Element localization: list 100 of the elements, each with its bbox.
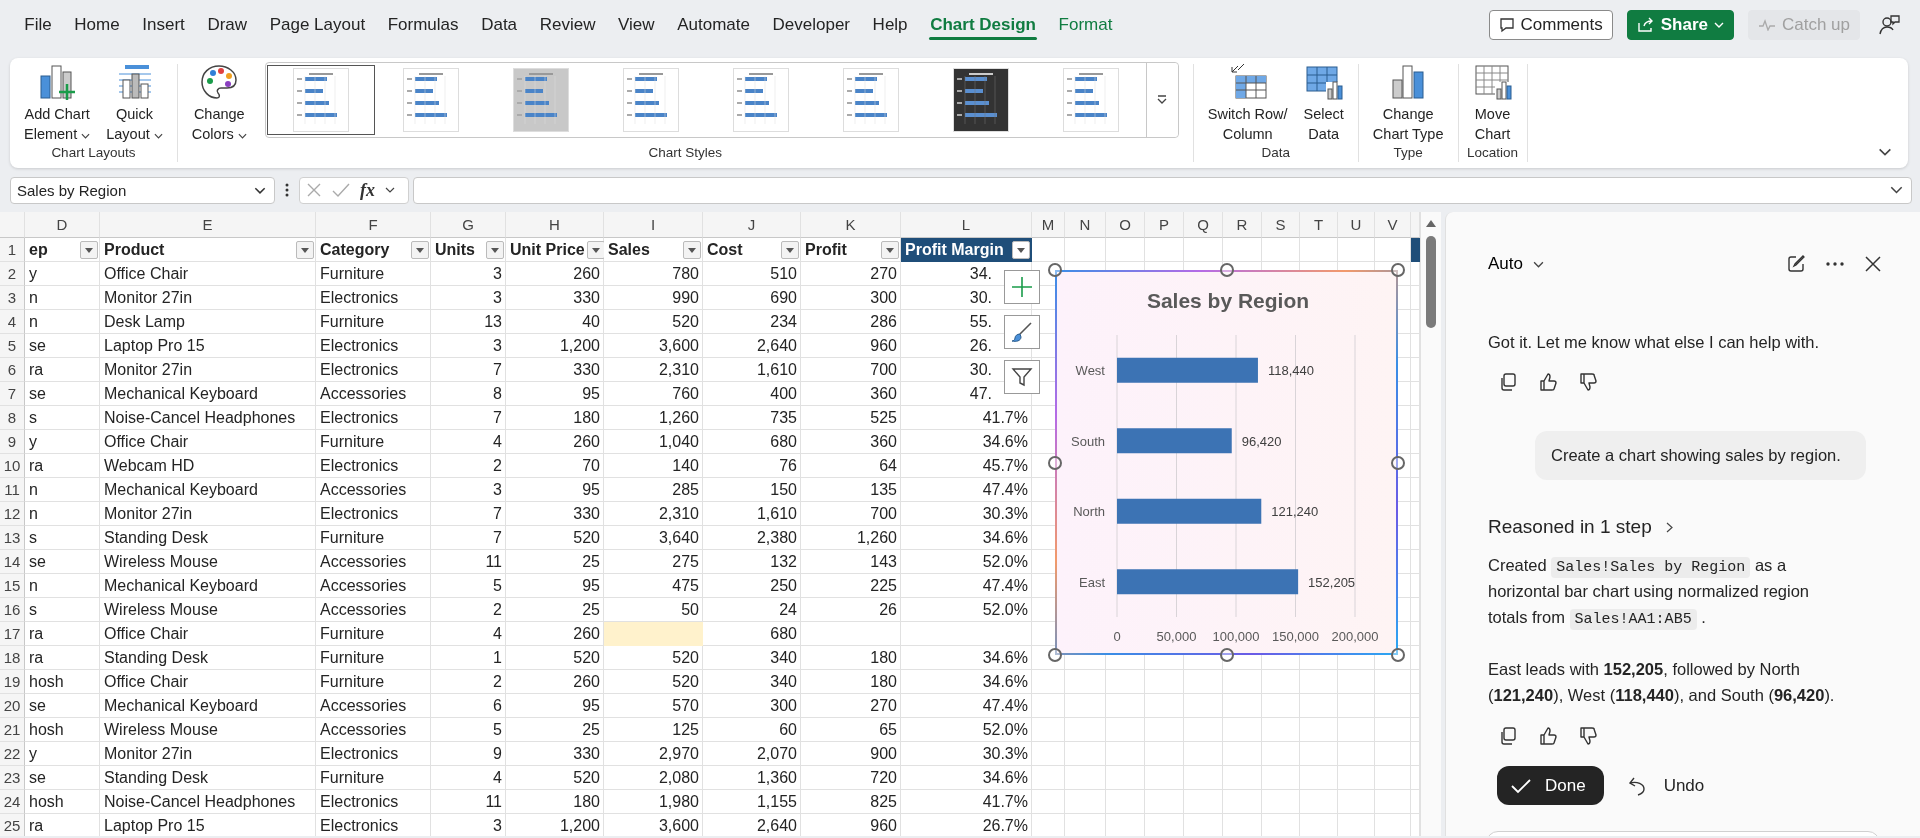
column-header[interactable]: P xyxy=(1145,212,1184,238)
column-header[interactable]: F xyxy=(316,212,431,238)
ribbon-tab[interactable]: Automate xyxy=(665,0,762,50)
filter-button[interactable] xyxy=(881,241,899,259)
mode-dropdown[interactable]: Auto xyxy=(1488,254,1544,274)
resize-handle[interactable] xyxy=(1391,263,1405,277)
resize-handle[interactable] xyxy=(1391,455,1405,470)
person-chat-icon[interactable] xyxy=(1878,14,1900,36)
comments-button[interactable]: Comments xyxy=(1488,10,1613,40)
resize-handle[interactable] xyxy=(1391,648,1405,662)
row-header[interactable]: 17 xyxy=(0,622,25,646)
chart-style-option[interactable] xyxy=(266,65,375,135)
row-header[interactable]: 16 xyxy=(0,598,25,622)
resize-handle[interactable] xyxy=(1048,263,1062,277)
row-header[interactable]: 18 xyxy=(0,646,25,670)
column-header[interactable]: R xyxy=(1223,212,1262,238)
row-header[interactable]: 15 xyxy=(0,574,25,598)
row-header[interactable]: 4 xyxy=(0,310,25,334)
filter-button[interactable] xyxy=(683,241,701,259)
name-box[interactable]: Sales by Region xyxy=(10,176,275,204)
more-icon[interactable] xyxy=(285,183,289,197)
column-header[interactable]: Q xyxy=(1184,212,1223,238)
ribbon-tab[interactable]: Page Layout xyxy=(258,0,377,50)
more-icon[interactable] xyxy=(1826,262,1844,266)
row-header[interactable]: 14 xyxy=(0,550,25,574)
copy-icon[interactable] xyxy=(1498,372,1518,392)
check-icon[interactable] xyxy=(332,182,350,198)
chart-area[interactable]: Sales by Region West 118,440 South 96,420 North 121,240 East 152,205 0 50,000 100,000 150,000 200,000 xyxy=(1055,270,1398,655)
filter-button[interactable] xyxy=(486,241,504,259)
row-header[interactable]: 24 xyxy=(0,790,25,814)
collapse-ribbon-icon[interactable] xyxy=(1878,148,1892,156)
row-header[interactable]: 23 xyxy=(0,766,25,790)
row-header[interactable]: 5 xyxy=(0,334,25,358)
change-colors-button[interactable]: Change Colors xyxy=(183,64,255,144)
ribbon-tab[interactable]: Insert xyxy=(130,0,197,50)
column-header[interactable]: N xyxy=(1065,212,1106,238)
ribbon-tab[interactable]: View xyxy=(606,0,666,50)
add-chart-element-button[interactable]: Add Chart Element xyxy=(16,64,99,144)
ribbon-tab[interactable]: Data xyxy=(469,0,529,50)
thumbs-up-icon[interactable] xyxy=(1538,372,1558,392)
column-header[interactable]: I xyxy=(604,212,703,238)
ribbon-tab[interactable]: Formulas xyxy=(376,0,470,50)
filter-button[interactable] xyxy=(586,241,604,259)
ribbon-tab[interactable]: Chart Design xyxy=(918,0,1048,50)
ribbon-tab[interactable]: Format xyxy=(1047,0,1124,50)
resize-handle[interactable] xyxy=(1048,648,1062,662)
column-header[interactable]: T xyxy=(1300,212,1338,238)
select-data-button[interactable]: Select Data xyxy=(1295,64,1352,144)
column-header[interactable]: D xyxy=(25,212,100,238)
undo-button[interactable]: Undo xyxy=(1621,774,1711,797)
row-header[interactable]: 12 xyxy=(0,502,25,526)
column-header[interactable]: O xyxy=(1106,212,1145,238)
quick-layout-button[interactable]: Quick Layout xyxy=(98,64,171,144)
row-header[interactable]: 11 xyxy=(0,478,25,502)
thumbs-down-icon[interactable] xyxy=(1578,726,1598,746)
share-button[interactable]: Share xyxy=(1626,10,1734,40)
chart-styles-button[interactable] xyxy=(1004,315,1040,349)
column-header[interactable]: K xyxy=(801,212,901,238)
change-chart-type-button[interactable]: Change Chart Type xyxy=(1364,64,1452,144)
resize-handle[interactable] xyxy=(1219,263,1234,277)
filter-button[interactable] xyxy=(80,241,98,259)
filter-button[interactable] xyxy=(781,241,799,259)
column-header[interactable]: S xyxy=(1262,212,1300,238)
row-header[interactable]: 9 xyxy=(0,430,25,454)
chart-filters-button[interactable] xyxy=(1004,360,1040,394)
row-header[interactable]: 3 xyxy=(0,286,25,310)
thumbs-down-icon[interactable] xyxy=(1578,372,1598,392)
row-header[interactable]: 19 xyxy=(0,670,25,694)
row-header[interactable]: 6 xyxy=(0,358,25,382)
formula-field[interactable] xyxy=(413,176,1912,204)
row-header[interactable]: 8 xyxy=(0,406,25,430)
column-header[interactable]: G xyxy=(431,212,506,238)
reasoning-toggle[interactable]: Reasoned in 1 step xyxy=(1488,516,1673,538)
column-header[interactable]: L xyxy=(901,212,1032,238)
scrollbar-thumb[interactable] xyxy=(1426,236,1436,328)
filter-button[interactable] xyxy=(411,241,429,259)
row-header[interactable]: 25 xyxy=(0,814,25,836)
row-header[interactable]: 20 xyxy=(0,694,25,718)
column-header[interactable]: H xyxy=(506,212,604,238)
resize-handle[interactable] xyxy=(1048,455,1062,470)
row-header[interactable]: 1 xyxy=(0,238,25,262)
new-chat-icon[interactable] xyxy=(1786,254,1806,274)
filter-button[interactable] xyxy=(1012,241,1030,259)
row-header[interactable]: 21 xyxy=(0,718,25,742)
switch-row-column-button[interactable]: Switch Row/ Column xyxy=(1199,64,1296,144)
row-header[interactable]: 10 xyxy=(0,454,25,478)
ribbon-tab[interactable]: Draw xyxy=(196,0,259,50)
column-header[interactable]: E xyxy=(100,212,316,238)
row-header[interactable]: 13 xyxy=(0,526,25,550)
row-header[interactable]: 22 xyxy=(0,742,25,766)
column-header[interactable]: M xyxy=(1032,212,1065,238)
copy-icon[interactable] xyxy=(1498,726,1518,746)
ribbon-tab[interactable]: Help xyxy=(861,0,919,50)
ribbon-tab[interactable]: Home xyxy=(63,0,131,50)
ribbon-tab[interactable]: Developer xyxy=(761,0,862,50)
row-header[interactable]: 7 xyxy=(0,382,25,406)
move-chart-button[interactable]: Move Chart xyxy=(1464,64,1521,144)
column-header[interactable]: V xyxy=(1375,212,1411,238)
ribbon-tab[interactable]: Review xyxy=(528,0,607,50)
resize-handle[interactable] xyxy=(1219,648,1234,662)
